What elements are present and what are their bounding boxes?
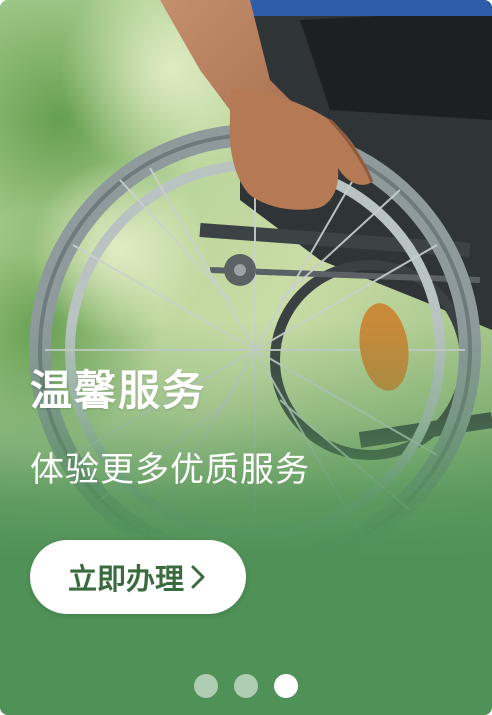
apply-now-button[interactable]: 立即办理 bbox=[30, 540, 246, 614]
carousel-pagination bbox=[0, 674, 492, 698]
service-banner-card[interactable]: 温馨服务 体验更多优质服务 立即办理 bbox=[0, 0, 492, 715]
banner-title: 温馨服务 bbox=[30, 366, 207, 415]
banner-subtitle: 体验更多优质服务 bbox=[30, 450, 310, 490]
carousel-dot[interactable] bbox=[274, 674, 298, 698]
carousel-dot[interactable] bbox=[194, 674, 218, 698]
chevron-right-icon bbox=[188, 562, 208, 592]
apply-now-label: 立即办理 bbox=[67, 562, 184, 596]
carousel-dot[interactable] bbox=[234, 674, 258, 698]
